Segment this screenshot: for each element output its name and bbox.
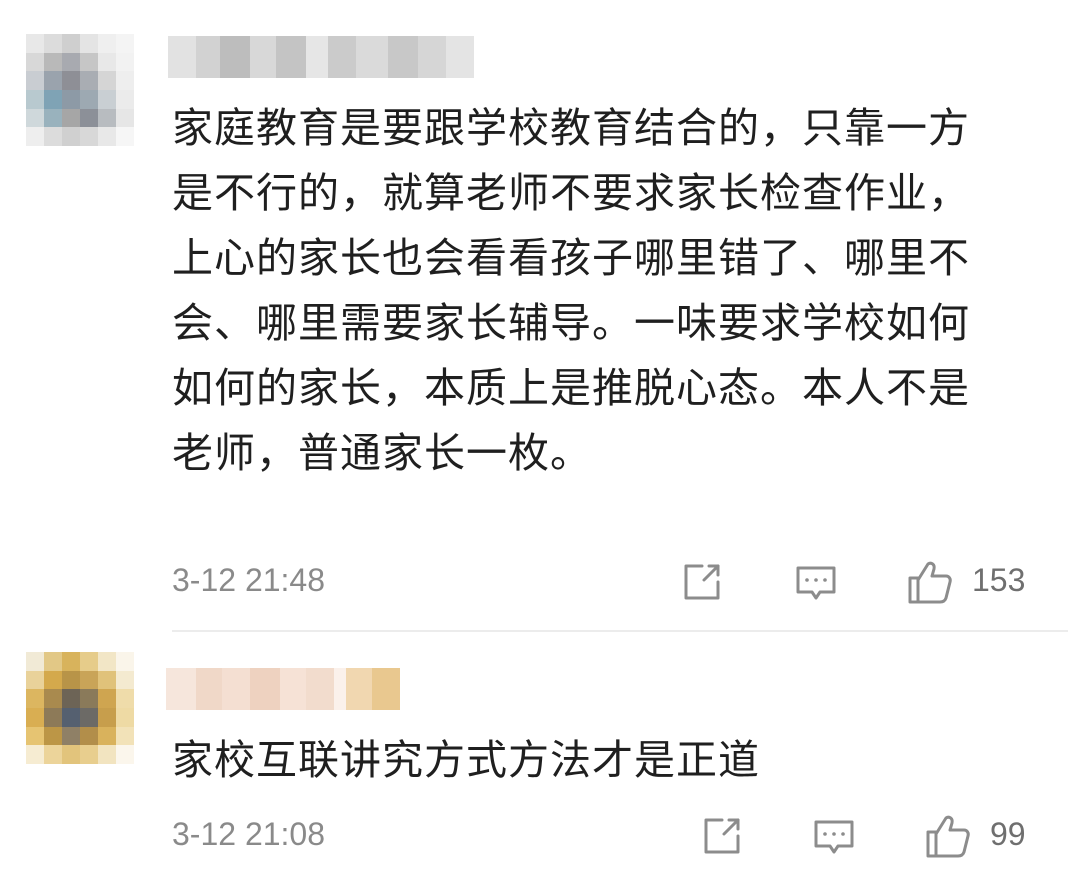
comment-icon[interactable] (812, 814, 856, 858)
avatar[interactable] (26, 34, 134, 146)
comment-meta: 3-12 21:48 153 (172, 556, 1032, 608)
comment-item: 家庭教育是要跟学校教育结合的，只靠一方是不行的，就算老师不要求家长检查作业，上心… (0, 0, 1068, 630)
comment-meta: 3-12 21:08 99 (172, 810, 1032, 862)
avatar[interactable] (26, 652, 134, 764)
thumbs-up-icon[interactable] (906, 558, 954, 606)
comment-icon[interactable] (794, 560, 838, 604)
username-redacted[interactable] (166, 668, 400, 710)
thumbs-up-icon[interactable] (924, 812, 972, 860)
like-count: 153 (972, 562, 1026, 598)
comment-text: 家庭教育是要跟学校教育结合的，只靠一方是不行的，就算老师不要求家长检查作业，上心… (172, 104, 970, 477)
share-icon[interactable] (680, 560, 724, 604)
comment-list: 家庭教育是要跟学校教育结合的，只靠一方是不行的，就算老师不要求家长检查作业，上心… (0, 0, 1068, 884)
comment-item: 家校互联讲究方式方法才是正道 3-12 21:08 99 (0, 632, 1068, 884)
comment-timestamp: 3-12 21:48 (172, 562, 326, 598)
comment-text: 家校互联讲究方式方法才是正道 (172, 736, 760, 784)
like-count: 99 (990, 816, 1026, 852)
comment-timestamp: 3-12 21:08 (172, 816, 326, 852)
share-icon[interactable] (700, 814, 744, 858)
username-redacted[interactable] (168, 36, 474, 78)
